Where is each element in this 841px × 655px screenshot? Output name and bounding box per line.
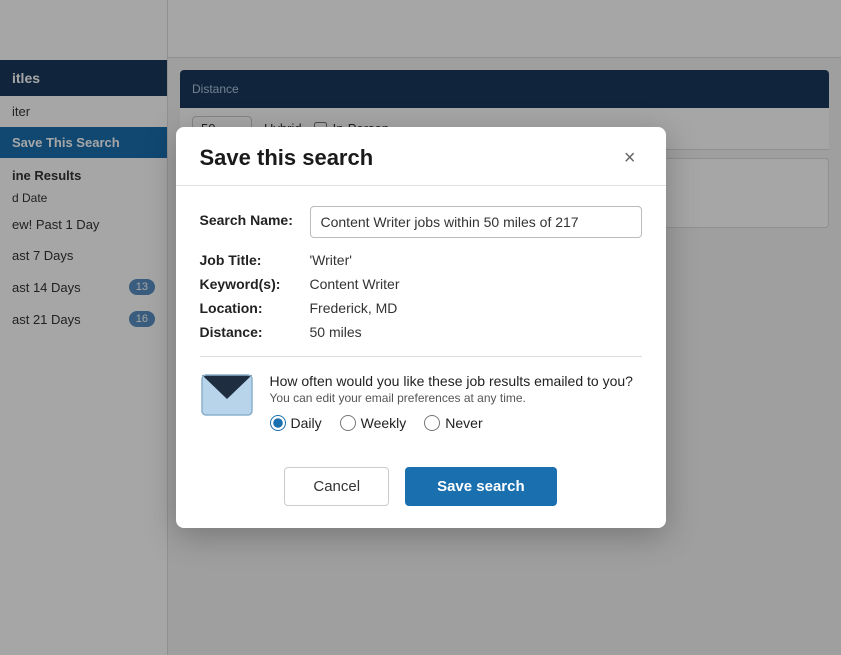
modal-divider — [200, 356, 642, 357]
distance-value: 50 miles — [310, 324, 362, 340]
keywords-value: Content Writer — [310, 276, 400, 292]
email-question: How often would you like these job resul… — [270, 373, 642, 389]
keywords-label: Keyword(s): — [200, 276, 310, 292]
modal-header: Save this search × — [176, 127, 666, 186]
radio-daily-label[interactable]: Daily — [270, 415, 322, 431]
radio-weekly-text: Weekly — [361, 415, 407, 431]
radio-daily-text: Daily — [291, 415, 322, 431]
search-name-label: Search Name: — [200, 206, 310, 228]
radio-daily[interactable] — [270, 415, 286, 431]
radio-never[interactable] — [424, 415, 440, 431]
distance-row: Distance: 50 miles — [200, 324, 642, 340]
radio-never-label[interactable]: Never — [424, 415, 482, 431]
location-value: Frederick, MD — [310, 300, 398, 316]
email-section: How often would you like these job resul… — [200, 373, 642, 431]
radio-weekly[interactable] — [340, 415, 356, 431]
save-search-modal: Save this search × Search Name: Job Titl… — [176, 127, 666, 528]
location-label: Location: — [200, 300, 310, 316]
job-title-label: Job Title: — [200, 252, 310, 268]
modal-title: Save this search — [200, 145, 374, 171]
job-title-value: 'Writer' — [310, 252, 352, 268]
location-row: Location: Frederick, MD — [200, 300, 642, 316]
search-name-row: Search Name: — [200, 206, 642, 238]
distance-label: Distance: — [200, 324, 310, 340]
email-note: You can edit your email preferences at a… — [270, 391, 642, 405]
modal-body: Search Name: Job Title: 'Writer' Keyword… — [176, 186, 666, 451]
modal-footer: Cancel Save search — [176, 451, 666, 528]
modal-overlay: Save this search × Search Name: Job Titl… — [0, 0, 841, 655]
radio-weekly-label[interactable]: Weekly — [340, 415, 407, 431]
modal-close-button[interactable]: × — [618, 146, 642, 170]
envelope-icon — [200, 373, 254, 417]
keywords-row: Keyword(s): Content Writer — [200, 276, 642, 292]
save-search-button[interactable]: Save search — [405, 467, 557, 506]
cancel-button[interactable]: Cancel — [284, 467, 389, 506]
email-text-content: How often would you like these job resul… — [270, 373, 642, 431]
radio-never-text: Never — [445, 415, 482, 431]
job-title-row: Job Title: 'Writer' — [200, 252, 642, 268]
radio-group: Daily Weekly Never — [270, 415, 642, 431]
search-name-input[interactable] — [310, 206, 642, 238]
email-icon — [200, 373, 254, 417]
